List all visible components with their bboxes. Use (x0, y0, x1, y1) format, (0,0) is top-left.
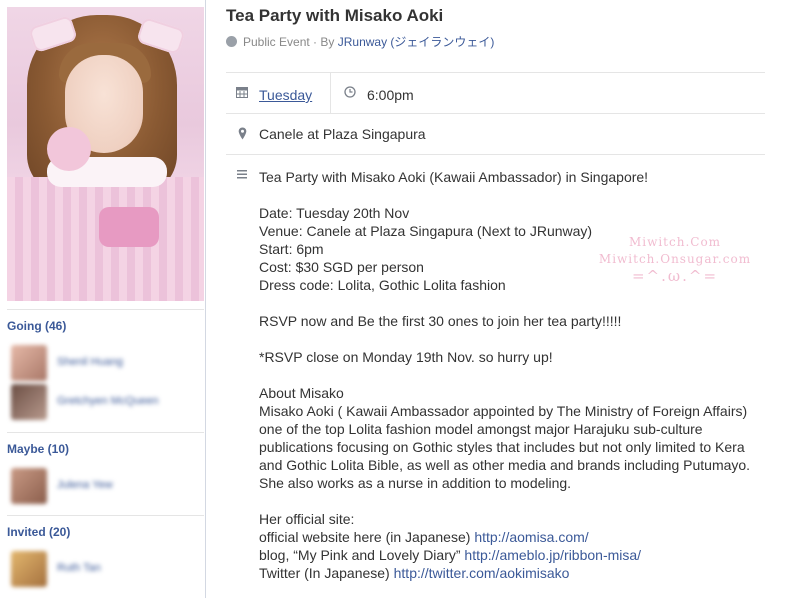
description-link-line: blog, “My Pink and Lovely Diary” http://… (259, 546, 765, 564)
event-title: Tea Party with Misako Aoki (226, 6, 444, 25)
maybe-member[interactable]: Julena Yew (11, 468, 201, 504)
description-about-heading: About Misako (259, 385, 344, 401)
description-link-line: official website here (in Japanese) http… (259, 528, 765, 546)
avatar[interactable] (11, 384, 47, 420)
member-name[interactable]: Shenil Huang (57, 356, 123, 368)
event-sidebar: Going (46) Shenil Huang Gretchyen McQuee… (0, 0, 206, 598)
watermark-face: =^.ω.^= (631, 267, 719, 285)
member-name[interactable]: Ruth Tan (57, 562, 101, 574)
event-location[interactable]: Canele at Plaza Singapura (259, 126, 426, 142)
datetime-row: Tuesday 6:00pm (226, 72, 765, 114)
description-link-line: Twitter (In Japanese) http://twitter.com… (259, 564, 765, 582)
description-rsvp: RSVP now and Be the first 30 ones to joi… (259, 313, 622, 329)
member-name[interactable]: Gretchyen McQueen (57, 395, 159, 407)
going-member[interactable]: Gretchyen McQueen (11, 384, 201, 420)
globe-icon (226, 36, 237, 47)
section-divider (7, 309, 204, 310)
maybe-heading[interactable]: Maybe (10) (7, 442, 69, 456)
event-description: Tea Party with Misako Aoki (Kawaii Ambas… (259, 168, 765, 582)
link-prefix: blog, “My Pink and Lovely Diary” (259, 547, 461, 563)
description-intro: Tea Party with Misako Aoki (Kawaii Ambas… (259, 169, 649, 185)
blog-link[interactable]: http://ameblo.jp/ribbon-misa/ (464, 547, 641, 563)
going-heading[interactable]: Going (46) (7, 319, 66, 333)
description-rsvp-close: *RSVP close on Monday 19th Nov. so hurry… (259, 349, 553, 365)
watermark: Miwitch.Com Miwitch.Onsugar.com =^.ω.^= (585, 234, 765, 285)
link-prefix: official website here (in Japanese) (259, 529, 471, 545)
event-subline: Public Event · By JRunway (ジェイランウェイ) (226, 33, 494, 50)
invited-heading[interactable]: Invited (20) (7, 525, 70, 539)
host-link[interactable]: JRunway (ジェイランウェイ) (338, 35, 495, 49)
description-date: Date: Tuesday 20th Nov (259, 205, 410, 221)
going-member[interactable]: Shenil Huang (11, 345, 201, 381)
clock-icon (344, 86, 356, 101)
link-prefix: Twitter (In Japanese) (259, 565, 390, 581)
event-day[interactable]: Tuesday (259, 87, 312, 103)
watermark-line-2: Miwitch.Onsugar.com (598, 252, 752, 266)
description-about-text: Misako Aoki ( Kawaii Ambassador appointe… (259, 403, 751, 491)
calendar-icon (236, 87, 248, 101)
description-site-heading: Her official site: (259, 511, 355, 527)
by-prefix: · By (313, 35, 335, 49)
invited-member[interactable]: Ruth Tan (11, 551, 201, 587)
location-pin-icon (238, 127, 247, 143)
avatar[interactable] (11, 468, 47, 504)
avatar[interactable] (11, 551, 47, 587)
twitter-link[interactable]: http://twitter.com/aokimisako (394, 565, 570, 581)
location-row: Canele at Plaza Singapura (226, 113, 765, 155)
watermark-line-1: Miwitch.Com (628, 235, 722, 249)
description-icon (237, 170, 247, 182)
event-visibility: Public Event (243, 35, 310, 49)
column-divider (330, 73, 331, 113)
photo-big-bow (99, 207, 159, 247)
event-cover-photo[interactable] (7, 7, 204, 301)
photo-toy-shape (47, 127, 91, 171)
description-row: Tea Party with Misako Aoki (Kawaii Ambas… (226, 154, 765, 599)
section-divider (7, 515, 204, 516)
avatar[interactable] (11, 345, 47, 381)
event-time: 6:00pm (367, 87, 414, 103)
member-name[interactable]: Julena Yew (57, 479, 113, 491)
official-site-link[interactable]: http://aomisa.com/ (474, 529, 588, 545)
section-divider (7, 432, 204, 433)
